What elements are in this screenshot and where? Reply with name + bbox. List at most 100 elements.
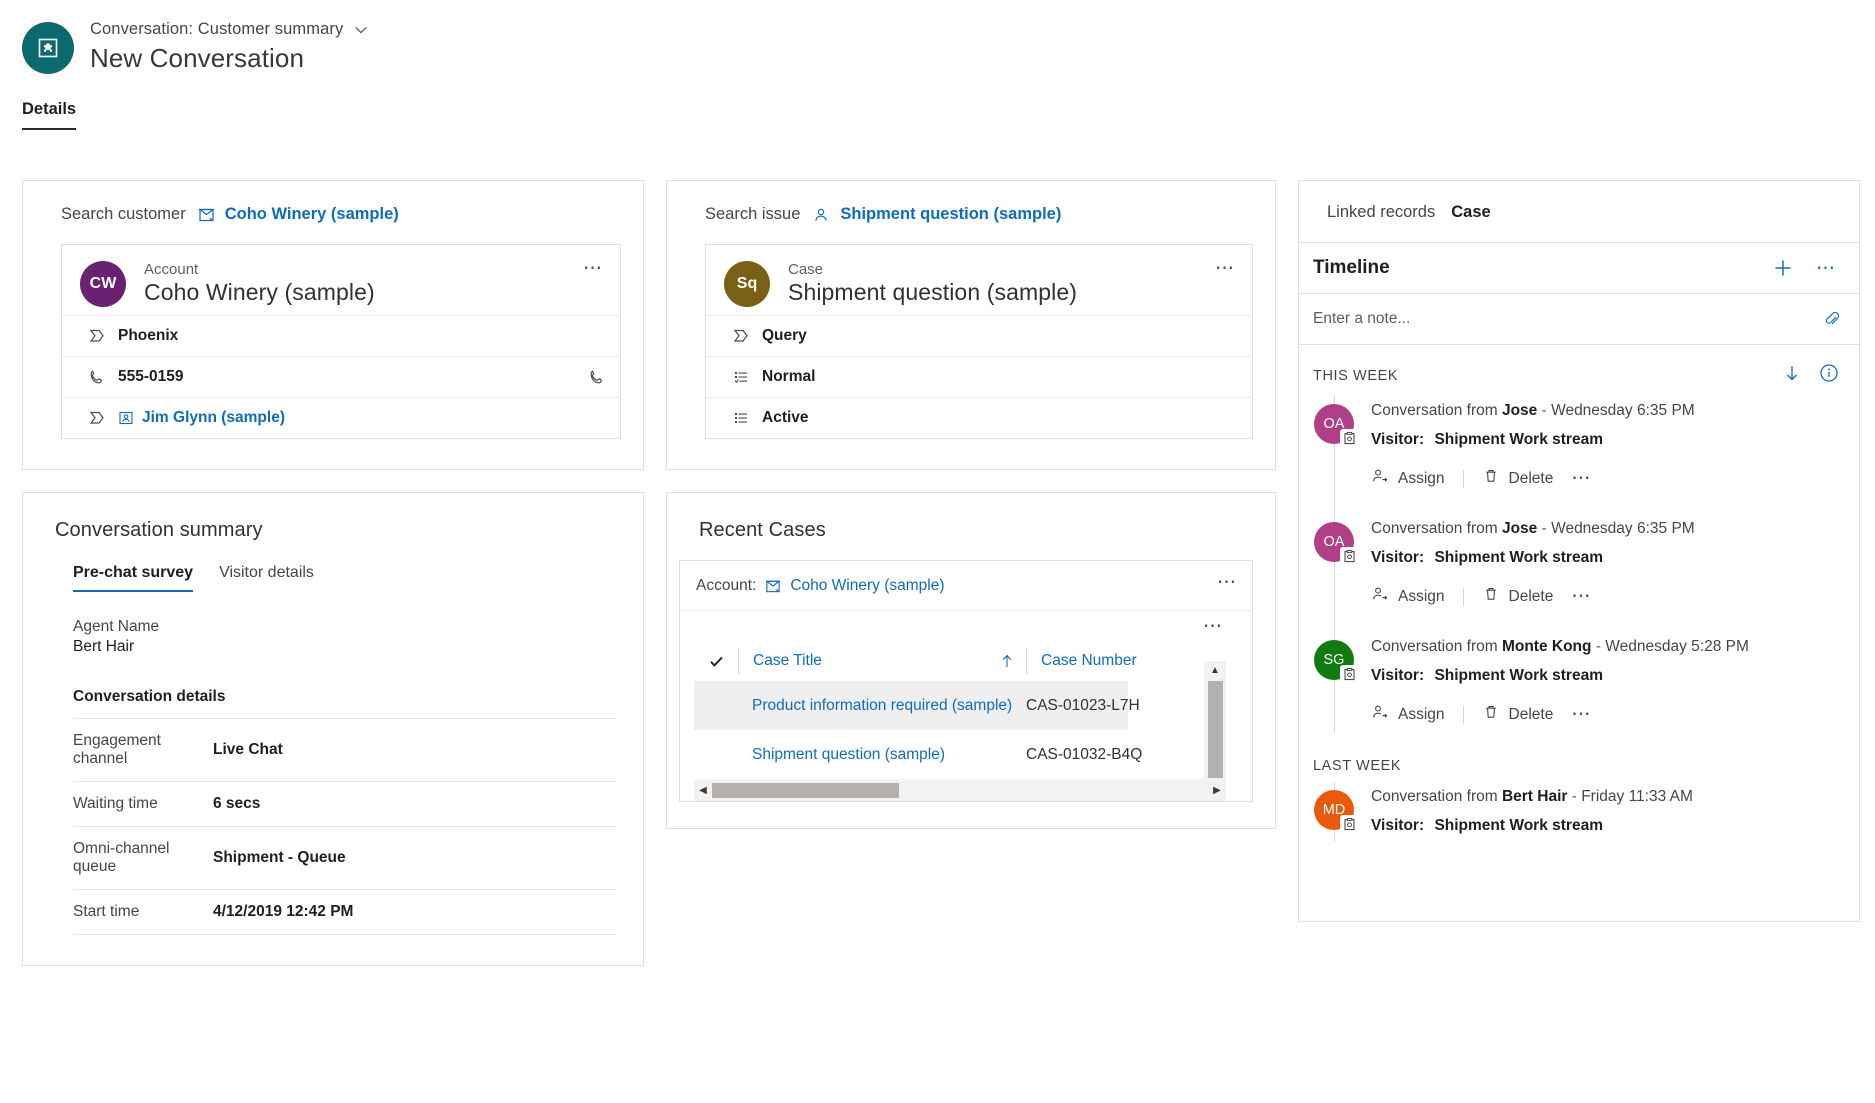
list-item[interactable]: OA Conversation from Jose - Wednesday 6:… [1299,396,1859,496]
table-row: Start time 4/12/2019 12:42 PM [73,889,617,935]
account-row-phone: 555-0159 [62,356,620,397]
list-item[interactable]: SG Conversation from Monte Kong - Wednes… [1299,632,1859,732]
assign-button[interactable]: Assign [1371,585,1445,608]
account-row-address: Phoenix [62,315,620,356]
conversation-record-icon [1340,547,1359,566]
left-column: Search customer Coho Winery (sample) [22,180,644,966]
case-number-value: CAS-01032-B4Q [1026,746,1186,764]
case-type-value: Query [762,327,807,345]
linked-records-value[interactable]: Case [1451,203,1490,222]
ellipsis-icon[interactable]: ⋯ [577,255,610,282]
timeline-item-author: Jose [1502,402,1537,419]
list-item[interactable]: OA Conversation from Jose - Wednesday 6:… [1299,514,1859,614]
assign-button[interactable]: Assign [1371,467,1445,490]
ellipsis-icon[interactable]: ⋯ [1816,259,1837,278]
phone-call-icon[interactable] [588,368,606,386]
case-status-value: Active [762,409,809,427]
scroll-left-arrow-icon[interactable]: ◀ [694,785,712,796]
agent-name-label: Agent Name [73,618,643,636]
customer-lookup-link[interactable]: Coho Winery (sample) [198,205,399,224]
timeline-item-actions: Assign Delete ⋯ [1371,585,1849,608]
account-phone-value: 555-0159 [118,368,184,386]
divider [1463,470,1464,488]
delete-button[interactable]: Delete [1482,703,1554,726]
column-header-case-title[interactable]: Case Title [738,648,1026,674]
address-icon [76,409,118,427]
account-primary-contact-link[interactable]: Jim Glynn (sample) [118,409,285,427]
tab-pre-chat-survey[interactable]: Pre-chat survey [73,564,193,592]
plus-icon[interactable] [1772,257,1794,279]
account-filter-link[interactable]: Coho Winery (sample) [765,577,944,595]
vertical-scroll-thumb[interactable] [1208,681,1223,778]
assign-label: Assign [1398,588,1445,606]
visitor-label: Visitor: [1371,431,1424,448]
table-row: Omni-channel queue Shipment - Queue [73,826,617,889]
recent-cases-command-bar: ⋯ [680,611,1252,641]
table-row[interactable]: Product information required (sample) CA… [694,681,1128,730]
case-row-priority: Normal [706,356,1252,397]
tab-visitor-details[interactable]: Visitor details [219,564,314,592]
trash-icon [1482,467,1500,490]
timeline-item-field: Visitor: Shipment Work stream [1371,431,1849,449]
issue-lookup-value: Shipment question (sample) [840,205,1061,224]
assign-button[interactable]: Assign [1371,703,1445,726]
list-item[interactable]: MD Conversation from Bert Hair - Friday … [1299,782,1859,841]
sort-descending-arrow-icon[interactable] [1783,363,1801,388]
conversation-record-icon [1340,665,1359,684]
timeline-item-prefix: Conversation from [1371,638,1498,655]
delete-label: Delete [1509,470,1554,488]
timeline-group-label: THIS WEEK [1313,368,1398,384]
assign-user-icon [1371,467,1389,490]
delete-button[interactable]: Delete [1482,585,1554,608]
chevron-down-icon[interactable] [353,22,369,38]
note-input-row[interactable]: Enter a note... [1299,293,1859,345]
delete-button[interactable]: Delete [1482,467,1554,490]
conversation-app-icon [22,22,74,74]
paperclip-icon[interactable] [1823,310,1841,328]
case-row-status: Active [706,397,1252,438]
ellipsis-icon[interactable]: ⋯ [1203,617,1224,636]
ellipsis-icon[interactable]: ⋯ [1571,587,1592,606]
recent-cases-grid-container: Account: Coho Winery (sample) [679,560,1253,802]
search-issue-label: Search issue [705,205,800,224]
horizontal-scroll-thumb[interactable] [712,783,899,798]
assign-user-icon [1371,585,1389,608]
visitor-label: Visitor: [1371,549,1424,566]
timeline-item-time: Friday 11:33 AM [1581,788,1693,805]
ellipsis-icon[interactable]: ⋯ [1217,573,1238,592]
timeline-item-field: Visitor: Shipment Work stream [1371,817,1849,835]
ellipsis-icon[interactable]: ⋯ [1209,255,1242,282]
breadcrumb[interactable]: Conversation: Customer summary [90,20,369,39]
account-filter-label: Account: [696,577,756,595]
avatar: Sq [724,261,770,307]
grid-horizontal-scrollbar[interactable]: ◀ ▶ [694,779,1226,801]
info-circle-icon[interactable] [1819,363,1839,388]
table-row[interactable]: Shipment question (sample) CAS-01032-B4Q [694,730,1128,779]
ellipsis-icon[interactable]: ⋯ [1571,705,1592,724]
visitor-value: Shipment Work stream [1434,549,1603,566]
entity-name: Shipment question (sample) [788,279,1077,306]
timeline-item-separator: - [1542,402,1547,419]
timeline-items-last-week: MD Conversation from Bert Hair - Friday … [1299,782,1859,841]
timeline-item-prefix: Conversation from [1371,520,1498,537]
tab-details[interactable]: Details [22,100,76,130]
issue-lookup-row: Search issue Shipment question (sample) [667,181,1275,244]
scroll-right-arrow-icon[interactable]: ▶ [1208,785,1226,796]
engagement-channel-value: Live Chat [213,741,283,759]
content-columns: Search customer Coho Winery (sample) [22,180,1860,966]
grid-vertical-scrollbar[interactable]: ▲ ▼ [1204,661,1226,798]
column-header-case-number[interactable]: Case Number [1026,648,1186,674]
ellipsis-icon[interactable]: ⋯ [1571,469,1592,488]
checkmark-icon[interactable] [694,653,738,670]
issue-lookup-link[interactable]: Shipment question (sample) [812,205,1061,224]
case-card-header: Sq Case Shipment question (sample) ⋯ [706,245,1252,315]
divider [1463,588,1464,606]
agent-name-field: Agent Name Bert Hair [73,618,643,656]
engagement-channel-label: Engagement channel [73,732,213,768]
table-row: Engagement channel Live Chat [73,718,617,781]
case-title-link[interactable]: Shipment question (sample) [738,746,1026,764]
visitor-value: Shipment Work stream [1434,431,1603,448]
scroll-up-arrow-icon[interactable]: ▲ [1210,661,1220,679]
timeline-item-heading: Conversation from Bert Hair - Friday 11:… [1371,788,1849,806]
case-title-link[interactable]: Product information required (sample) [738,697,1026,715]
